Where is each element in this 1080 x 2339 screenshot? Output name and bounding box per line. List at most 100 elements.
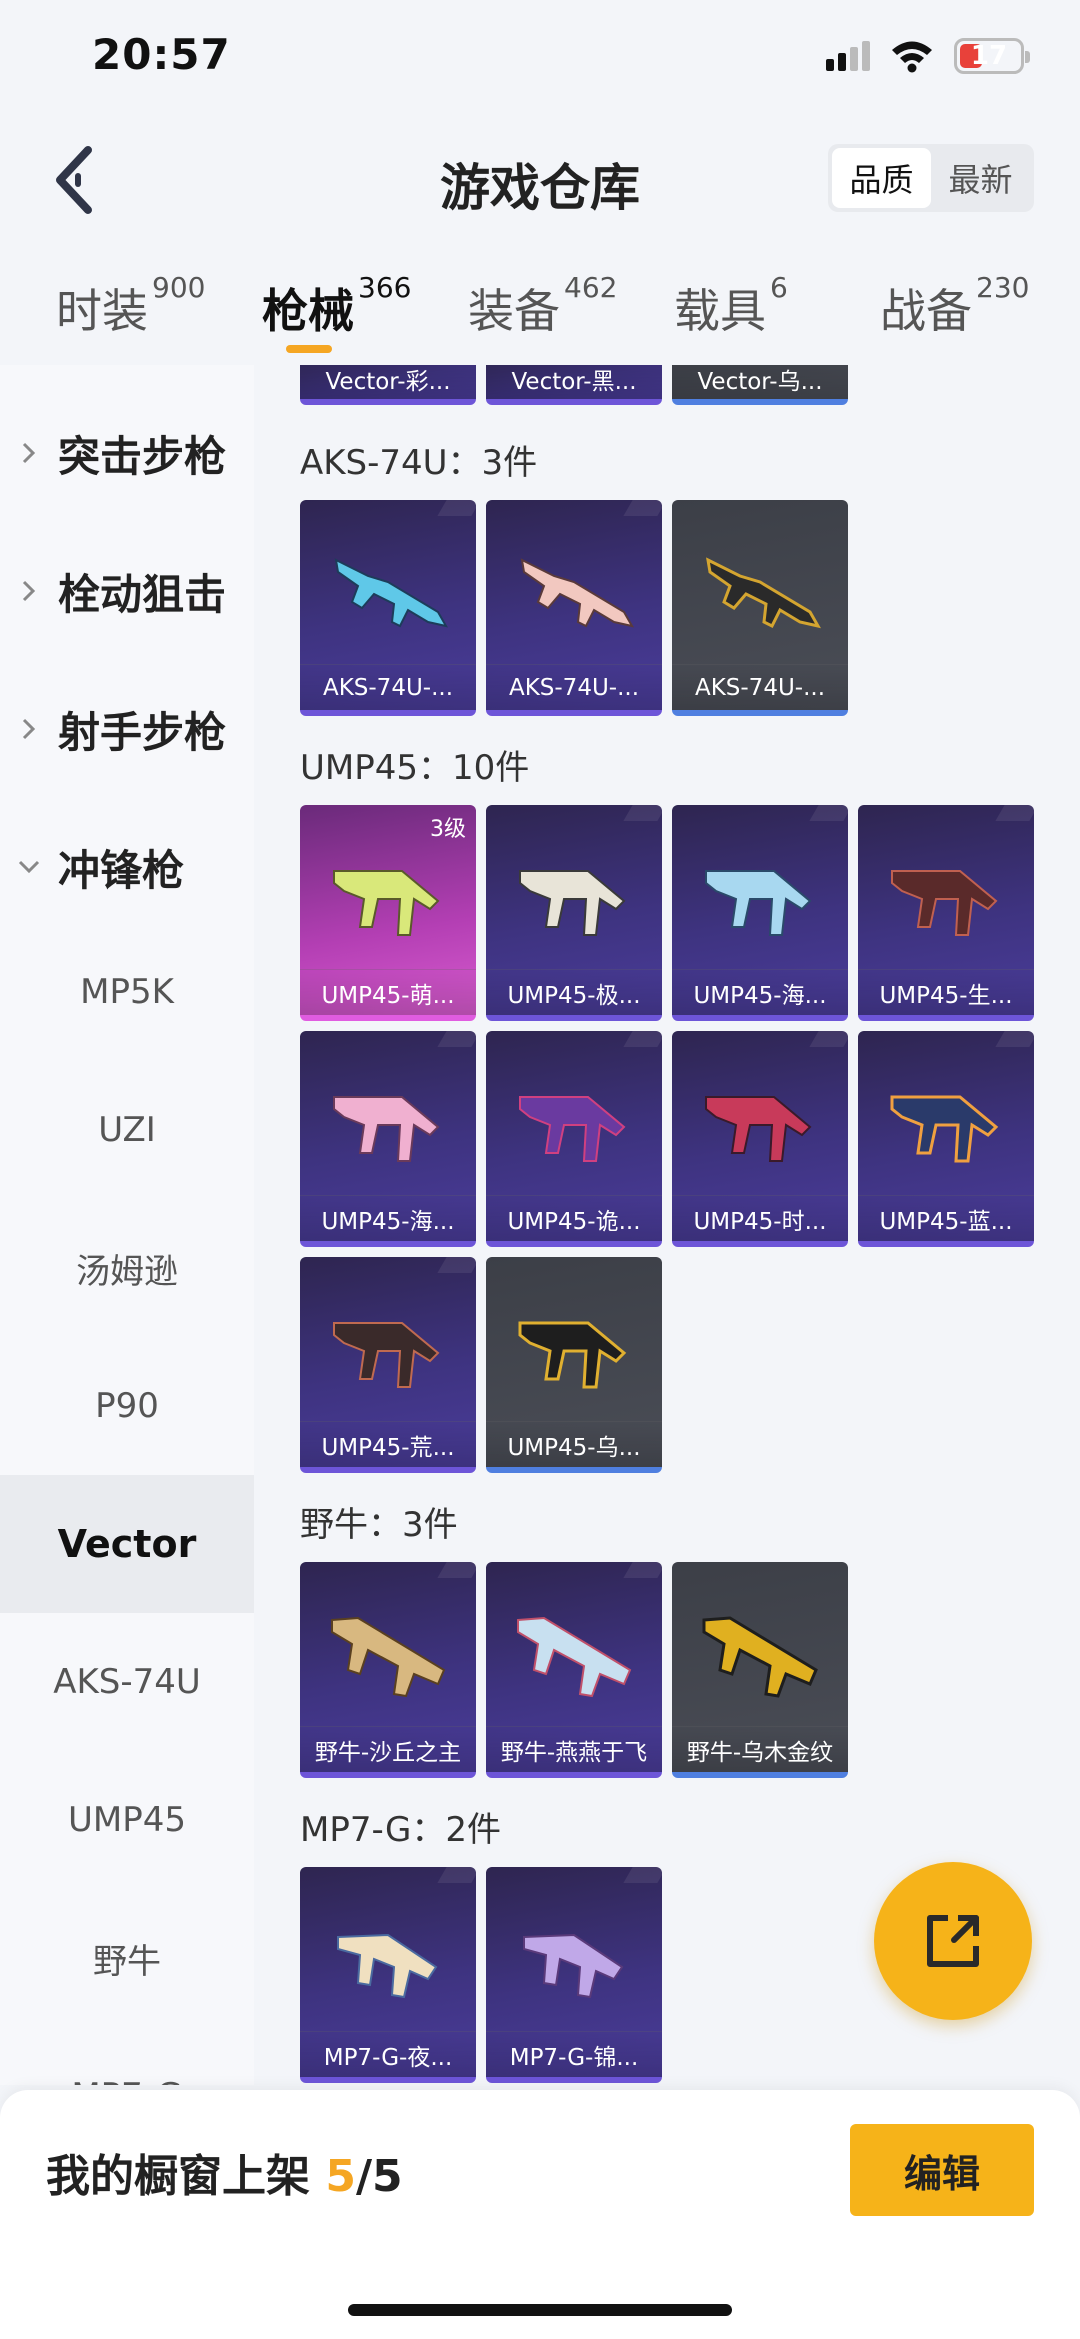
smg-skin-icon: [519, 1096, 626, 1162]
skin-card[interactable]: UMP45-荒...: [300, 1257, 476, 1473]
share-button[interactable]: [874, 1862, 1032, 2020]
sidebar-item-ump45[interactable]: UMP45: [0, 1751, 254, 1889]
skin-card-name: AKS-74U-...: [300, 664, 476, 710]
smg-skin-icon: [519, 870, 626, 936]
skin-card-name: UMP45-蓝...: [858, 1195, 1034, 1241]
section-title-mp7g: MP7-G：2件: [300, 1810, 501, 1850]
smg-skin-icon: [705, 870, 812, 936]
mp7-skin-icon: [337, 1933, 438, 1999]
skin-card[interactable]: UMP45-诡...: [486, 1031, 662, 1247]
skin-card-name: UMP45-生...: [858, 969, 1034, 1015]
battery-level: 17: [970, 41, 1008, 71]
smg-skin-icon: [705, 1096, 812, 1162]
section-title-bison: 野牛：3件: [300, 1505, 458, 1545]
skin-card-name: Vector-黑...: [486, 365, 662, 399]
showcase-bar: 我的橱窗上架 5/5 编辑: [0, 2090, 1080, 2339]
skin-card[interactable]: 野牛-乌木金纹: [672, 1562, 848, 1778]
wifi-icon: [890, 39, 934, 73]
skin-card[interactable]: Vector-乌...: [672, 365, 848, 405]
skin-card[interactable]: UMP45-极...: [486, 805, 662, 1021]
tab-label: 载具: [674, 284, 766, 338]
section-title-ump45: UMP45：10件: [300, 748, 530, 788]
sidebar-item-mp7g[interactable]: MP7-G: [0, 2027, 254, 2085]
rifle-skin-icon: [520, 558, 634, 628]
tab-count: 366: [358, 271, 412, 304]
tab-label: 战备: [880, 284, 972, 338]
sidebar-category-smg[interactable]: 冲锋枪: [0, 829, 254, 905]
skin-card-name: UMP45-诡...: [486, 1195, 662, 1241]
skin-card[interactable]: MP7-G-夜...: [300, 1867, 476, 2083]
sort-quality-option[interactable]: 品质: [832, 148, 931, 208]
rifle-skin-icon: [706, 557, 821, 629]
sort-newest-option[interactable]: 最新: [931, 148, 1030, 208]
skin-card-name: AKS-74U-...: [672, 664, 848, 710]
tab-firearms[interactable]: 枪械 366: [262, 271, 411, 341]
status-bar: 20:57 17: [0, 0, 1080, 120]
sidebar-item-thompson[interactable]: 汤姆逊: [0, 1199, 254, 1337]
tab-count: 230: [976, 271, 1030, 304]
skin-card[interactable]: UMP45-生...: [858, 805, 1034, 1021]
sidebar-category-label: 冲锋枪: [58, 845, 185, 895]
skin-card-name: UMP45-荒...: [300, 1421, 476, 1467]
bison-skin-icon: [517, 1616, 632, 1698]
sidebar-item-aks74u[interactable]: AKS-74U: [0, 1613, 254, 1751]
active-tab-indicator: [286, 345, 332, 353]
chevron-down-icon: [18, 860, 40, 874]
category-tabs: 时装 900 枪械 366 装备 462 载具 6 战备 230: [0, 245, 1080, 365]
cellular-signal-icon: [826, 41, 870, 71]
section-title-aks74u: AKS-74U：3件: [300, 443, 538, 483]
skin-card[interactable]: UMP45-海...: [672, 805, 848, 1021]
smg-skin-icon: [891, 870, 998, 936]
sidebar-category-label: 突击步枪: [58, 431, 227, 481]
skin-card-name: UMP45-时...: [672, 1195, 848, 1241]
status-time: 20:57: [92, 30, 231, 79]
smg-skin-icon: [333, 1096, 440, 1162]
back-button[interactable]: [48, 142, 108, 218]
sidebar-item-uzi[interactable]: UZI: [0, 1061, 254, 1199]
skin-card-name: 野牛-燕燕于飞: [486, 1726, 662, 1772]
back-arrow-icon: [56, 146, 92, 214]
skin-card[interactable]: UMP45-海...: [300, 1031, 476, 1247]
sidebar-category-bolt-sniper[interactable]: 栓动狙击: [0, 553, 254, 629]
tab-count: 900: [152, 271, 206, 304]
edit-button[interactable]: 编辑: [850, 2124, 1034, 2216]
sidebar-category-marksman-rifle[interactable]: 射手步枪: [0, 691, 254, 767]
tab-supplies[interactable]: 战备 230: [880, 271, 1029, 341]
sidebar-item-p90[interactable]: P90: [0, 1337, 254, 1475]
skin-card[interactable]: Vector-黑...: [486, 365, 662, 405]
skin-card[interactable]: 野牛-燕燕于飞: [486, 1562, 662, 1778]
skin-card[interactable]: AKS-74U-...: [300, 500, 476, 716]
skin-card[interactable]: 3级 UMP45-萌...: [300, 805, 476, 1021]
sidebar-item-mp5k[interactable]: MP5K: [0, 923, 254, 1061]
sort-toggle[interactable]: 品质 最新: [828, 144, 1034, 212]
weapon-skin-list[interactable]: Vector-彩... Vector-黑... Vector-乌... AKS-…: [254, 365, 1080, 2085]
smg-skin-icon: [333, 870, 440, 936]
skin-card[interactable]: AKS-74U-...: [672, 500, 848, 716]
smg-skin-icon: [890, 1095, 999, 1163]
skin-card-name: UMP45-极...: [486, 969, 662, 1015]
skin-card[interactable]: UMP45-时...: [672, 1031, 848, 1247]
sidebar-item-vector[interactable]: Vector: [0, 1475, 254, 1613]
tab-fashion[interactable]: 时装 900: [56, 271, 205, 341]
skin-card[interactable]: AKS-74U-...: [486, 500, 662, 716]
tab-label: 枪械: [262, 284, 354, 338]
skin-card[interactable]: UMP45-蓝...: [858, 1031, 1034, 1247]
tab-label: 时装: [56, 284, 148, 338]
sidebar-item-bison[interactable]: 野牛: [0, 1889, 254, 2027]
skin-card[interactable]: 野牛-沙丘之主: [300, 1562, 476, 1778]
skin-card[interactable]: MP7-G-锦...: [486, 1867, 662, 2083]
skin-card[interactable]: Vector-彩...: [300, 365, 476, 405]
showcase-count: 我的橱窗上架 5/5: [46, 2140, 403, 2204]
mp7-skin-icon: [523, 1933, 624, 1999]
weapon-type-sidebar[interactable]: 突击步枪 栓动狙击 射手步枪 冲锋枪 MP5K UZI 汤姆逊 P90 Vect…: [0, 365, 254, 2085]
showcase-label: 我的橱窗上架: [46, 2151, 326, 2202]
skin-card-name: MP7-G-锦...: [486, 2031, 662, 2077]
tab-vehicles[interactable]: 载具 6: [674, 271, 788, 341]
skin-card[interactable]: UMP45-乌...: [486, 1257, 662, 1473]
tab-equipment[interactable]: 装备 462: [468, 271, 617, 341]
skin-card-name: AKS-74U-...: [486, 664, 662, 710]
chevron-right-icon: [22, 442, 36, 464]
tab-label: 装备: [468, 284, 560, 338]
skin-card-name: Vector-彩...: [300, 365, 476, 399]
sidebar-category-assault-rifle[interactable]: 突击步枪: [0, 415, 254, 491]
